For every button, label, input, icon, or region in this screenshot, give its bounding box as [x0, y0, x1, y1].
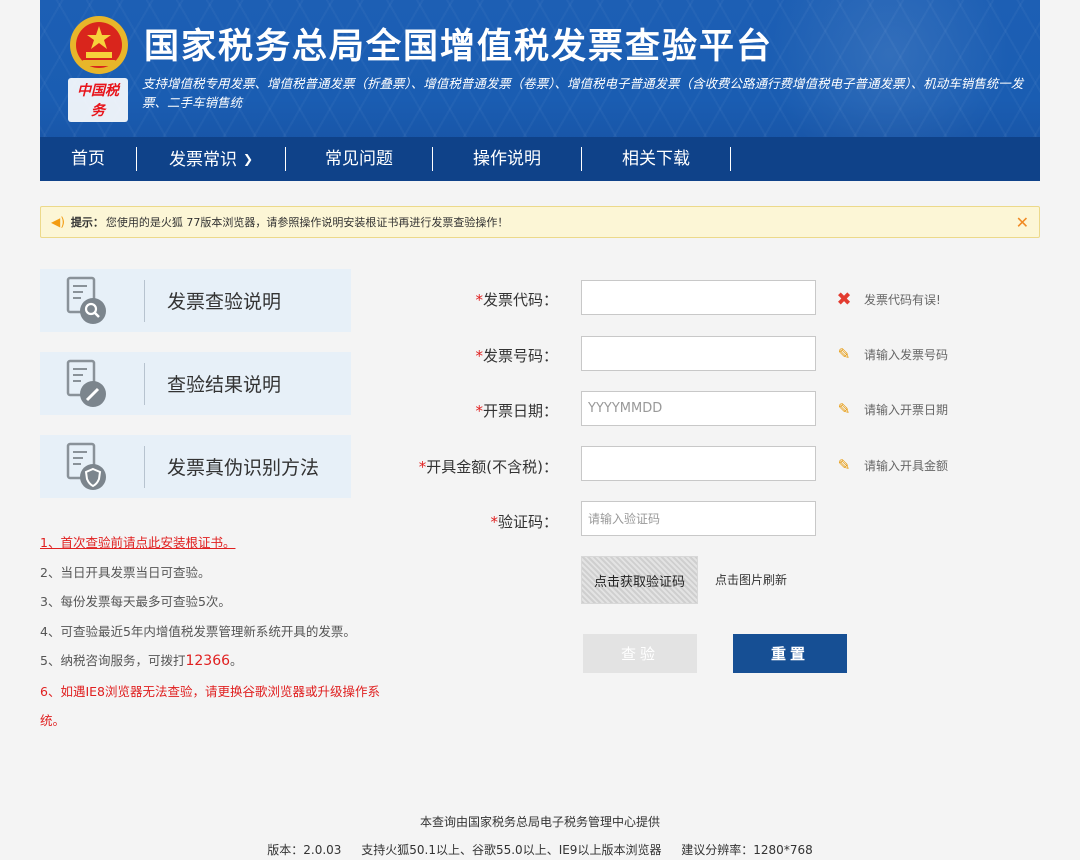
usage-notes: 1、首次查验前请点此安装根证书。 2、当日开具发票当日可查验。 3、每份发票每天…: [40, 528, 390, 736]
note-item: 5、纳税咨询服务，可拨打12366。: [40, 646, 390, 677]
error-x-icon: ✖: [836, 289, 852, 310]
label-text: 开票日期：: [482, 402, 558, 420]
edit-document-icon: [66, 359, 106, 407]
captcha-refresh-link[interactable]: 点击图片刷新: [715, 571, 787, 588]
hint-text: 发票代码有误!: [864, 293, 941, 307]
captcha-image[interactable]: 点击获取验证码: [581, 556, 698, 604]
invoice-number-hint: ✎ 请输入发票号码: [836, 345, 948, 363]
label-text: 验证码：: [497, 513, 558, 531]
card-divider: [144, 279, 145, 322]
close-icon[interactable]: ✕: [1016, 213, 1029, 232]
issue-date-label: *开票日期：: [475, 400, 558, 421]
amount-hint: ✎ 请输入开具金额: [836, 456, 948, 474]
label-text: 开具金额(不含税)：: [426, 458, 558, 476]
install-cert-link[interactable]: 1、首次查验前请点此安装根证书。: [40, 528, 390, 558]
nav-divider: [730, 147, 731, 171]
nav-label: 发票常识: [168, 150, 237, 170]
card-divider: [144, 445, 145, 488]
card-authenticity-guide[interactable]: 发票真伪识别方法: [40, 435, 351, 498]
captcha-input[interactable]: [581, 501, 816, 536]
main-nav: 首页 发票常识 ❯ 常见问题 操作说明 相关下载: [40, 137, 1040, 181]
invoice-code-input[interactable]: [581, 280, 816, 315]
card-divider: [144, 362, 145, 405]
required-star: *: [475, 347, 483, 365]
search-document-icon: [66, 276, 106, 324]
note-text: 。: [230, 653, 243, 668]
label-text: 发票号码：: [482, 347, 558, 365]
shield-document-icon: [66, 442, 106, 490]
nav-item-instructions[interactable]: 操作说明: [433, 137, 581, 181]
required-star: *: [490, 513, 498, 531]
nav-label: 操作说明: [473, 149, 541, 169]
national-emblem-icon: [70, 16, 128, 74]
card-label: 发票查验说明: [167, 291, 282, 313]
site-title: 国家税务总局全国增值税发票查验平台: [144, 27, 774, 67]
site-subtitle: 支持增值税专用发票、增值税普通发票（折叠票）、增值税普通发票（卷票）、增值税电子…: [142, 76, 1024, 110]
label-text: 发票代码：: [482, 291, 558, 309]
amount-label: *开具金额(不含税)：: [419, 456, 558, 477]
card-label: 发票真伪识别方法: [167, 457, 320, 479]
card-invoice-check-guide[interactable]: 发票查验说明: [40, 269, 351, 332]
notice-text: 您使用的是火狐 77版本浏览器，请参照操作说明安装根证书再进行发票查验操作！: [105, 216, 509, 229]
nav-item-faq[interactable]: 常见问题: [286, 137, 432, 181]
chevron-down-icon: ❯: [242, 152, 254, 166]
footer-info: 版本：2.0.03 支持火狐50.1以上、谷歌55.0以上、IE9以上版本浏览器…: [0, 841, 1080, 858]
card-label: 查验结果说明: [167, 374, 282, 396]
footer-provider: 本查询由国家税务总局电子税务管理中心提供: [419, 815, 660, 829]
nav-item-downloads[interactable]: 相关下载: [582, 137, 730, 181]
amount-input[interactable]: [581, 446, 816, 481]
browser-notice-bar: ◀) 提示： 您使用的是火狐 77版本浏览器，请参照操作说明安装根证书再进行发票…: [40, 206, 1040, 238]
pencil-icon: ✎: [837, 400, 851, 418]
tax-seal-logo: 中国税务: [68, 78, 128, 122]
pencil-icon: ✎: [837, 456, 851, 474]
site-header: 中国税务 国家税务总局全国增值税发票查验平台 支持增值税专用发票、增值税普通发票…: [40, 0, 1040, 181]
nav-label: 常见问题: [325, 149, 393, 169]
nav-item-invoice-knowledge[interactable]: 发票常识 ❯: [137, 137, 285, 181]
pencil-icon: ✎: [837, 345, 851, 363]
required-star: *: [475, 291, 483, 309]
footer-version: 版本：2.0.03: [267, 843, 342, 857]
issue-date-input[interactable]: [581, 391, 816, 426]
nav-label: 首页: [71, 149, 105, 169]
invoice-code-hint: ✖ 发票代码有误!: [836, 289, 941, 310]
hint-text: 请输入开票日期: [864, 402, 949, 417]
invoice-number-label: *发票号码：: [475, 345, 558, 366]
note-item-warning: 6、如遇IE8浏览器无法查验，请更换谷歌浏览器或升级操作系统。: [40, 683, 380, 729]
note-item: 4、可查验最近5年内增值税发票管理新系统开具的发票。: [40, 623, 356, 639]
check-button[interactable]: 查验: [583, 634, 697, 673]
hotline-number: 12366: [185, 653, 231, 669]
note-item: 3、每份发票每天最多可查验5次。: [40, 594, 231, 609]
nav-label: 相关下载: [622, 149, 690, 169]
hint-text: 请输入发票号码: [864, 347, 949, 362]
required-star: *: [475, 402, 483, 420]
nav-item-home[interactable]: 首页: [40, 137, 136, 181]
speaker-icon: ◀): [51, 215, 65, 229]
note-item: 2、当日开具发票当日可查验。: [40, 564, 211, 580]
footer-resolution: 建议分辨率：1280*768: [681, 843, 813, 857]
note-text: 5、纳税咨询服务，可拨打: [40, 653, 186, 668]
reset-button[interactable]: 重置: [733, 634, 847, 673]
notice-prefix: 提示：: [70, 216, 104, 229]
footer-browsers: 支持火狐50.1以上、谷歌55.0以上、IE9以上版本浏览器: [361, 843, 662, 857]
invoice-number-input[interactable]: [581, 336, 816, 371]
card-result-guide[interactable]: 查验结果说明: [40, 352, 351, 415]
invoice-code-label: *发票代码：: [475, 289, 558, 310]
hint-text: 请输入开具金额: [864, 458, 949, 473]
captcha-label: *验证码：: [490, 511, 558, 532]
issue-date-hint: ✎ 请输入开票日期: [836, 400, 948, 418]
